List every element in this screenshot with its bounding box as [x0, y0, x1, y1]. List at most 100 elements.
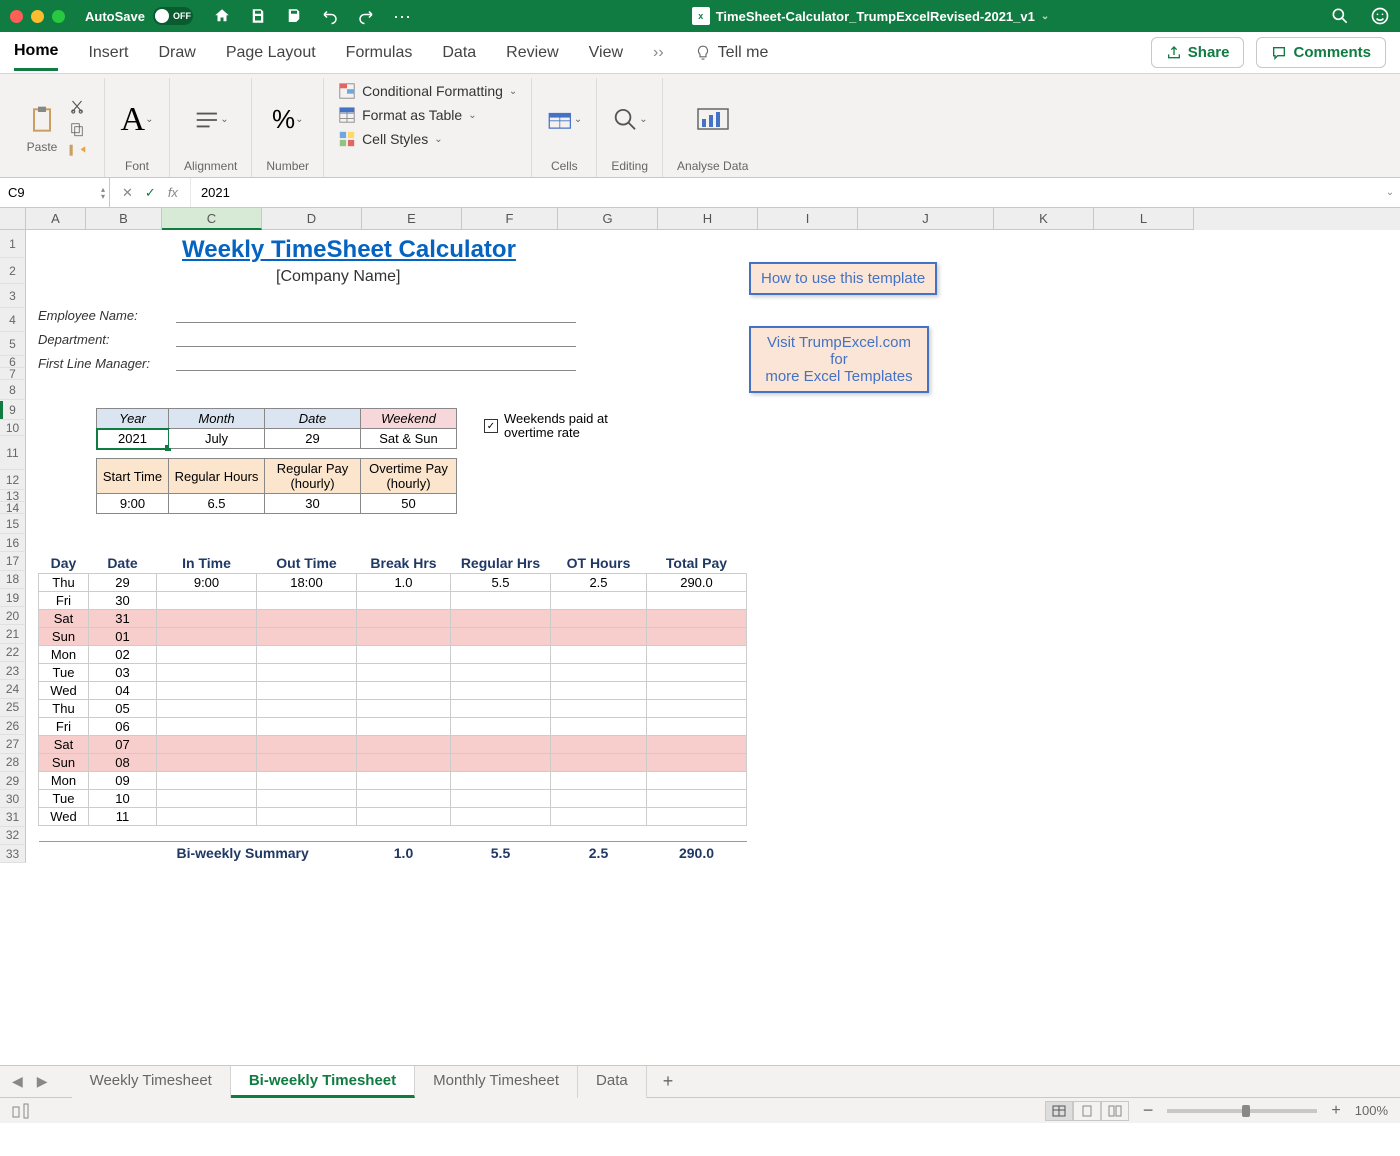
- normal-view-button[interactable]: [1045, 1101, 1073, 1121]
- page-break-view-button[interactable]: [1101, 1101, 1129, 1121]
- row-header-2[interactable]: 2: [0, 258, 26, 284]
- checkbox-icon[interactable]: ✓: [484, 419, 498, 433]
- home-icon[interactable]: [213, 7, 231, 25]
- next-sheet-icon[interactable]: ▶: [37, 1073, 48, 1090]
- font-button[interactable]: A⌄: [119, 102, 155, 138]
- row-header-33[interactable]: 33: [0, 845, 26, 863]
- weekend-cell[interactable]: Sat & Sun: [361, 429, 457, 449]
- row-header-25[interactable]: 25: [0, 699, 26, 717]
- row-header-26[interactable]: 26: [0, 717, 26, 735]
- autosave-switch[interactable]: OFF: [153, 7, 193, 25]
- undo-icon[interactable]: [321, 7, 339, 25]
- row-header-9[interactable]: 9: [0, 400, 26, 420]
- cells-button[interactable]: ⌄: [546, 102, 582, 138]
- col-header-E[interactable]: E: [362, 208, 462, 230]
- fx-icon[interactable]: fx: [168, 185, 178, 200]
- row-header-31[interactable]: 31: [0, 808, 26, 826]
- add-sheet-button[interactable]: +: [651, 1067, 686, 1096]
- chevron-down-icon[interactable]: ⌄: [1041, 11, 1049, 22]
- row-header-32[interactable]: 32: [0, 827, 26, 845]
- zoom-level[interactable]: 100%: [1355, 1103, 1388, 1118]
- col-header-C[interactable]: C: [162, 208, 262, 230]
- date-cell[interactable]: 29: [265, 429, 361, 449]
- row-header-21[interactable]: 21: [0, 625, 26, 643]
- mode-icon[interactable]: [12, 1103, 34, 1119]
- row-header-24[interactable]: 24: [0, 680, 26, 698]
- row-header-27[interactable]: 27: [0, 735, 26, 753]
- sheet-tab-0[interactable]: Weekly Timesheet: [72, 1066, 231, 1098]
- year-cell[interactable]: 2021 ▼: [97, 429, 169, 449]
- name-box[interactable]: C9 ▴▾: [0, 178, 110, 207]
- row-header-14[interactable]: 14: [0, 502, 26, 514]
- save-as-icon[interactable]: [285, 7, 303, 25]
- howto-box[interactable]: How to use this template: [749, 262, 937, 295]
- row-header-15[interactable]: 15: [0, 514, 26, 534]
- sheet-title[interactable]: Weekly TimeSheet Calculator: [182, 236, 516, 263]
- autosave-toggle[interactable]: AutoSave OFF: [85, 7, 193, 25]
- row-header-16[interactable]: 16: [0, 534, 26, 552]
- minimize-window-icon[interactable]: [31, 10, 44, 23]
- close-window-icon[interactable]: [10, 10, 23, 23]
- editing-button[interactable]: ⌄: [612, 102, 648, 138]
- month-cell[interactable]: July: [169, 429, 265, 449]
- analyse-button[interactable]: [695, 102, 731, 138]
- paste-button[interactable]: [24, 102, 60, 138]
- name-box-expand-icon[interactable]: ▴▾: [101, 186, 105, 200]
- cell-styles-button[interactable]: Cell Styles⌄: [338, 130, 517, 148]
- row-header-19[interactable]: 19: [0, 589, 26, 607]
- col-header-B[interactable]: B: [86, 208, 162, 230]
- overtime-checkbox[interactable]: ✓ Weekends paid at overtime rate: [484, 412, 608, 441]
- sheet-tab-3[interactable]: Data: [578, 1066, 647, 1098]
- tab-draw[interactable]: Draw: [158, 36, 195, 70]
- col-header-H[interactable]: H: [658, 208, 758, 230]
- zoom-out-button[interactable]: −: [1143, 1100, 1154, 1121]
- row-header-11[interactable]: 11: [0, 436, 26, 470]
- department-field[interactable]: [176, 346, 576, 347]
- tab-home[interactable]: Home: [14, 34, 58, 71]
- row-header-18[interactable]: 18: [0, 571, 26, 589]
- cancel-formula-icon[interactable]: ✕: [122, 185, 133, 201]
- row-header-30[interactable]: 30: [0, 790, 26, 808]
- save-icon[interactable]: [249, 7, 267, 25]
- tab-view[interactable]: View: [589, 36, 623, 70]
- row-header-29[interactable]: 29: [0, 772, 26, 790]
- row-header-20[interactable]: 20: [0, 607, 26, 625]
- prev-sheet-icon[interactable]: ◀: [12, 1073, 23, 1090]
- manager-field[interactable]: [176, 370, 576, 371]
- row-header-5[interactable]: 5: [0, 332, 26, 356]
- tab-formulas[interactable]: Formulas: [346, 36, 413, 70]
- share-button[interactable]: Share: [1151, 37, 1245, 68]
- col-header-J[interactable]: J: [858, 208, 994, 230]
- overtime-pay-cell[interactable]: 50: [361, 494, 457, 514]
- sheet-tab-2[interactable]: Monthly Timesheet: [415, 1066, 578, 1098]
- formula-input[interactable]: 2021: [191, 178, 1380, 207]
- smiley-icon[interactable]: [1370, 6, 1390, 26]
- conditional-formatting-button[interactable]: Conditional Formatting⌄: [338, 82, 517, 100]
- more-icon[interactable]: ⋯: [393, 7, 411, 25]
- expand-formula-bar-icon[interactable]: ⌄: [1380, 178, 1400, 207]
- row-header-7[interactable]: 7: [0, 368, 26, 380]
- alignment-button[interactable]: ⌄: [193, 102, 229, 138]
- zoom-slider[interactable]: [1167, 1109, 1317, 1113]
- row-header-8[interactable]: 8: [0, 380, 26, 400]
- row-header-10[interactable]: 10: [0, 420, 26, 436]
- number-button[interactable]: %⌄: [270, 102, 306, 138]
- row-header-1[interactable]: 1: [0, 230, 26, 258]
- search-icon[interactable]: [1330, 6, 1350, 26]
- tab-page-layout[interactable]: Page Layout: [226, 36, 316, 70]
- col-header-D[interactable]: D: [262, 208, 362, 230]
- row-header-22[interactable]: 22: [0, 644, 26, 662]
- cut-icon[interactable]: [68, 98, 86, 116]
- sheet-tab-1[interactable]: Bi-weekly Timesheet: [231, 1066, 415, 1098]
- employee-name-field[interactable]: [176, 322, 576, 323]
- tab-insert[interactable]: Insert: [88, 36, 128, 70]
- comments-button[interactable]: Comments: [1256, 37, 1386, 68]
- row-header-12[interactable]: 12: [0, 470, 26, 490]
- copy-icon[interactable]: [68, 120, 86, 138]
- visit-box[interactable]: Visit TrumpExcel.com for more Excel Temp…: [749, 326, 929, 393]
- col-header-K[interactable]: K: [994, 208, 1094, 230]
- page-layout-view-button[interactable]: [1073, 1101, 1101, 1121]
- row-header-4[interactable]: 4: [0, 308, 26, 332]
- regular-pay-cell[interactable]: 30: [265, 494, 361, 514]
- col-header-G[interactable]: G: [558, 208, 658, 230]
